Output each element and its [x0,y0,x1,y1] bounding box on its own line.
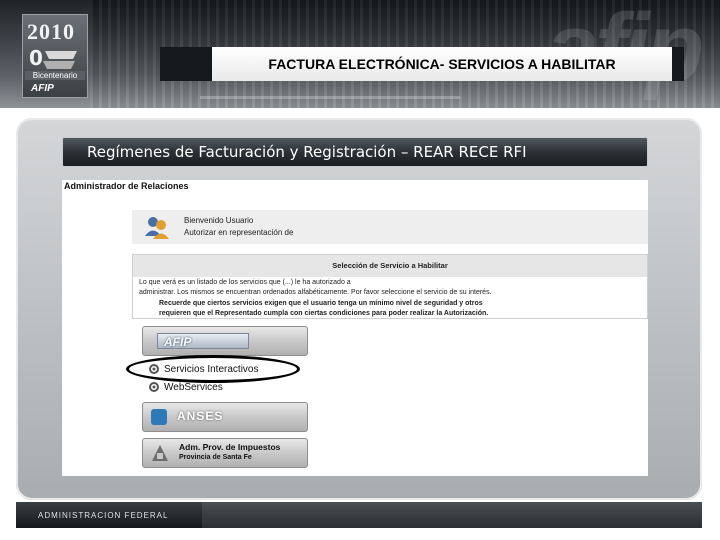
selection-text-1: Lo que verá es un listado de los servici… [139,279,351,286]
logo-year: 2010 [27,19,75,44]
webservices-label: WebServices [164,381,223,393]
selection-title: Selección de Servicio a Habilitar [133,255,647,277]
banner-subline [200,96,460,99]
bicentenario-logo: 2010 0 Bicentenario AFIP [22,14,88,98]
section-header: Regímenes de Facturación y Registración … [62,137,648,167]
anses-label: ANSES [177,409,224,423]
logo-afip-text: AFIP [31,83,54,94]
gear-icon [149,382,159,392]
user-welcome: Bienvenido Usuario [184,216,254,225]
api-santa-fe-service-button[interactable]: Adm. Prov. de Impuestos Provincia de San… [142,438,308,468]
api-logo-icon [152,445,168,461]
footer-fill [202,502,702,528]
svg-text:0: 0 [29,46,43,70]
selection-note-2: requieren que el Representado cumpla con… [159,310,489,317]
logo-emblem-icon: 0 [29,46,77,70]
anses-logo-icon [151,409,167,425]
section-title: Regímenes de Facturación y Registración … [87,143,527,161]
afip-logo: AFIP [157,333,249,349]
service-selection-screenshot: Administrador de Relaciones Bienvenido U… [62,180,648,476]
logo-caption: Bicentenario [25,71,85,80]
selection-text-2: administrar. Los mismos se encuentran or… [139,289,492,296]
api-name: Adm. Prov. de Impuestos [179,442,281,452]
title-bar: FACTURA ELECTRÓNICA- SERVICIOS A HABILIT… [160,47,684,81]
selection-note-1: Recuerde que ciertos servicios exigen qu… [159,300,483,307]
users-icon [145,217,169,239]
footer-label: ADMINISTRACION FEDERAL [38,510,169,520]
user-represent-link[interactable]: Autorizar en representación de [184,228,293,237]
selection-info-box: Selección de Servicio a Habilitar Lo que… [132,254,648,319]
afip-service-button[interactable]: AFIP [142,326,308,356]
user-info-box: Bienvenido Usuario Autorizar en represen… [132,210,648,244]
anses-service-button[interactable]: ANSES [142,402,308,432]
highlight-annotation [126,355,300,383]
page-title: FACTURA ELECTRÓNICA- SERVICIOS A HABILIT… [268,56,616,72]
admin-title: Administrador de Relaciones [64,181,189,191]
api-province: Provincia de Santa Fe [179,454,252,461]
footer-label-box: ADMINISTRACION FEDERAL [16,502,202,528]
header-banner: afip 2010 0 Bicentenario AFIP FACTURA EL… [0,0,720,108]
